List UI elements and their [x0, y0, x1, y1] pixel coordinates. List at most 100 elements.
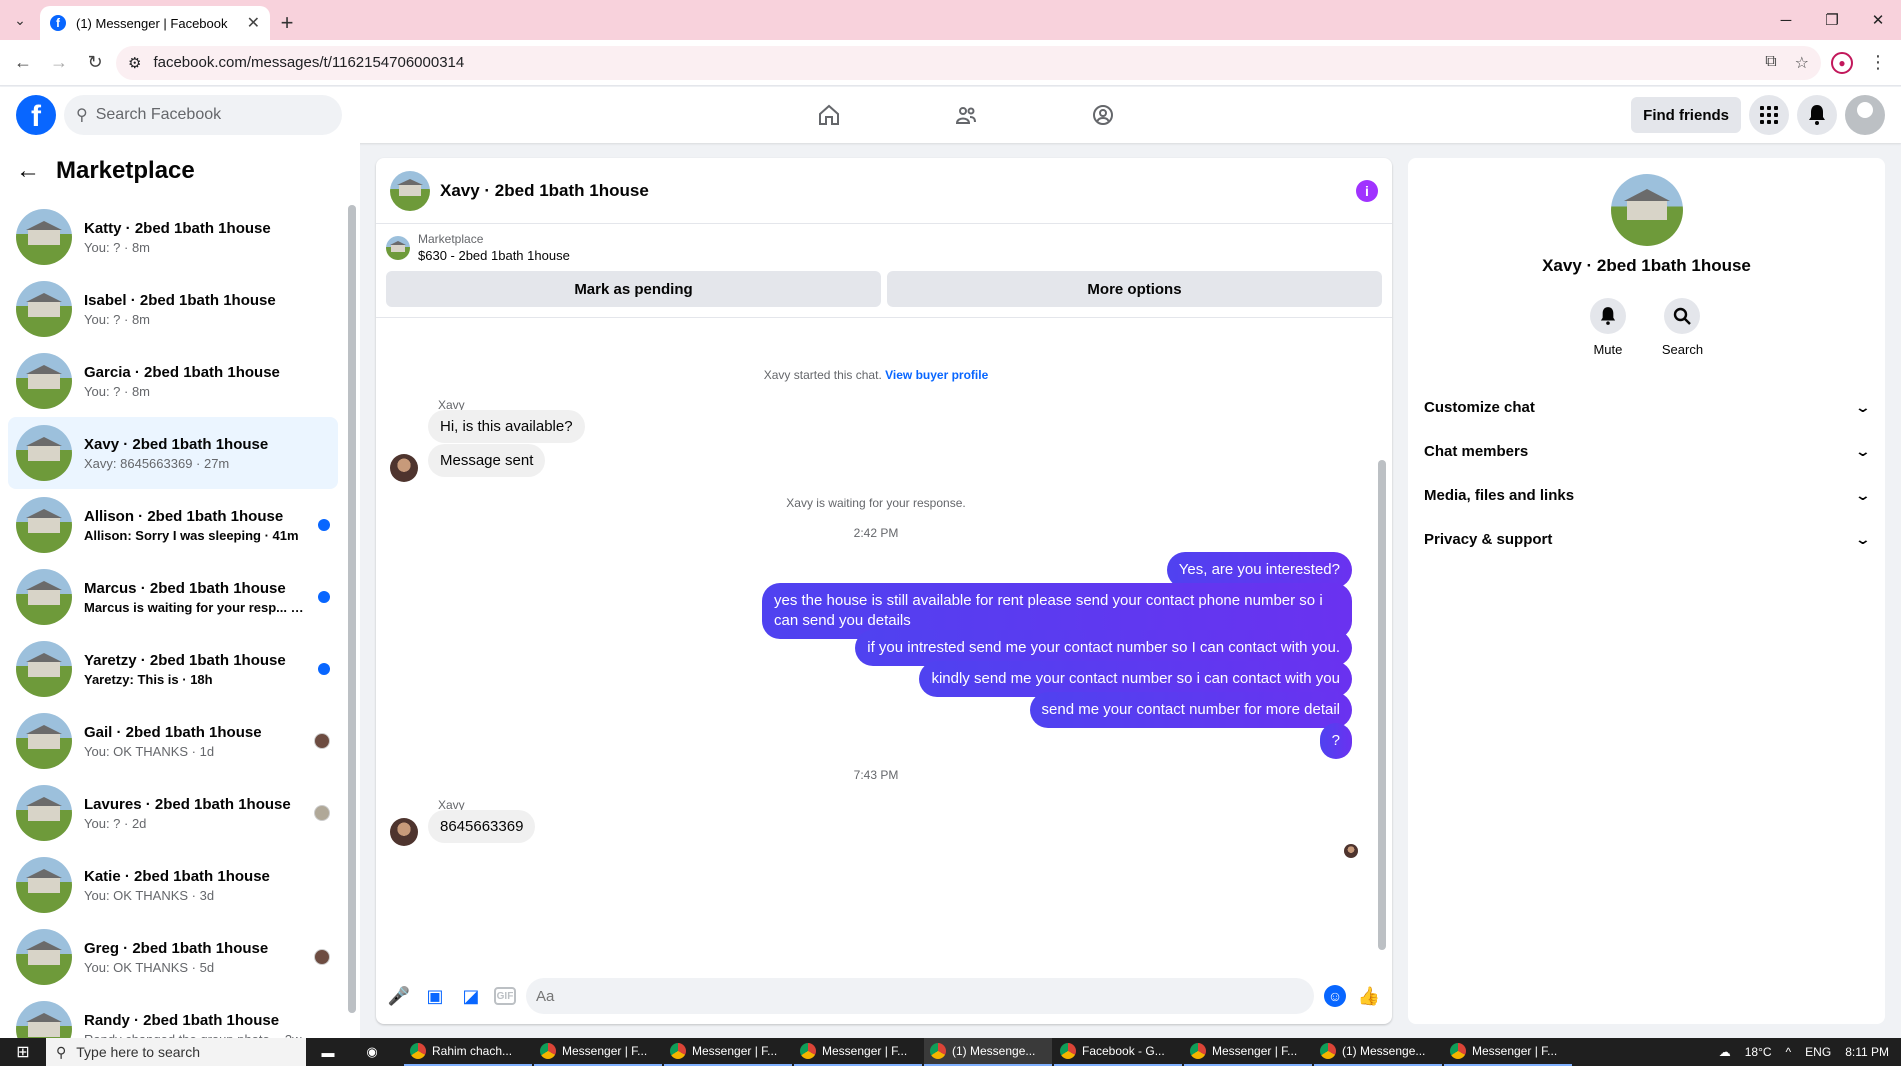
facebook-logo-icon[interactable]: f [16, 95, 56, 135]
tray-chevron-icon[interactable]: ^ [1786, 1045, 1792, 1059]
photo-icon[interactable]: ▣ [422, 983, 448, 1009]
groups-icon[interactable] [1034, 87, 1171, 143]
more-options-button[interactable]: More options [887, 271, 1382, 307]
gif-icon[interactable]: GIF [494, 987, 516, 1005]
bookmark-star-icon[interactable]: ☆ [1795, 53, 1809, 73]
system-tray: ☁ 18°C ^ ENG 8:11 PM [1719, 1045, 1901, 1059]
info-icon[interactable]: i [1356, 179, 1378, 202]
listing-avatar [16, 785, 72, 841]
taskbar-app[interactable]: Messenger | F... [1184, 1038, 1312, 1066]
menu-label: Privacy & support [1424, 530, 1553, 548]
customize-chat-item[interactable]: Customize chat ⌄ [1424, 385, 1871, 429]
taskbar-app[interactable]: Messenger | F... [534, 1038, 662, 1066]
conversation-preview: Xavy: 8645663369 · 27m [84, 455, 230, 471]
site-info-icon[interactable]: ⚙ [128, 54, 141, 72]
temperature[interactable]: 18°C [1745, 1045, 1772, 1059]
view-buyer-profile-link[interactable]: View buyer profile [885, 368, 988, 382]
find-friends-button[interactable]: Find friends [1631, 97, 1741, 133]
incoming-message[interactable]: Message sent [428, 444, 546, 477]
account-avatar[interactable] [1845, 95, 1885, 135]
start-button[interactable]: ⊞ [0, 1038, 46, 1066]
facebook-search-input[interactable]: ⚲ Search Facebook [64, 95, 342, 135]
privacy-support-item[interactable]: Privacy & support ⌄ [1424, 517, 1871, 561]
conversation-item[interactable]: Gail · 2bed 1bath 1house You: OK THANKS ·… [8, 705, 338, 777]
taskbar-app[interactable]: Facebook - G... [1054, 1038, 1182, 1066]
media-files-links-item[interactable]: Media, files and links ⌄ [1424, 473, 1871, 517]
minimize-button[interactable]: ─ [1763, 0, 1809, 40]
sidebar-header: ← Marketplace [0, 143, 360, 199]
profile-button[interactable]: ● [1827, 48, 1857, 78]
conversation-item[interactable]: Xavy · 2bed 1bath 1house Xavy: 8645663369… [8, 417, 338, 489]
close-tab-icon[interactable]: ✕ [247, 13, 260, 33]
mark-as-pending-button[interactable]: Mark as pending [386, 271, 881, 307]
new-tab-button[interactable]: + [270, 6, 304, 40]
close-window-button[interactable]: ✕ [1855, 0, 1901, 40]
listing-large-thumbnail[interactable] [1610, 174, 1683, 246]
sidebar-title: Marketplace [56, 157, 195, 184]
conversation-text: Marcus · 2bed 1bath 1house Marcus is wait… [84, 580, 306, 615]
taskbar-app[interactable]: Messenger | F... [794, 1038, 922, 1066]
sticker-icon[interactable]: ◪ [458, 983, 484, 1009]
scrollbar-thumb[interactable] [348, 205, 356, 1013]
weather-icon[interactable]: ☁ [1719, 1045, 1731, 1059]
taskbar-app[interactable]: Messenger | F... [1444, 1038, 1572, 1066]
back-button[interactable]: ← [8, 48, 38, 78]
conversation-item[interactable]: Greg · 2bed 1bath 1house You: OK THANKS ·… [8, 921, 338, 993]
message-input[interactable] [526, 978, 1314, 1014]
taskbar-app[interactable]: Rahim chach... [404, 1038, 532, 1066]
conversation-item[interactable]: Allison · 2bed 1bath 1house Allison: Sorr… [8, 489, 338, 561]
xavy-avatar[interactable] [390, 454, 418, 482]
reload-button[interactable]: ↻ [80, 48, 110, 78]
sidebar-scrollbar[interactable] [348, 205, 356, 1013]
taskbar-app[interactable]: Messenger | F... [664, 1038, 792, 1066]
conversation-item[interactable]: Garcia · 2bed 1bath 1house You: ? · 8m [8, 345, 338, 417]
emoji-icon[interactable]: ☺ [1324, 985, 1346, 1007]
taskbar-app-label: Rahim chach... [432, 1044, 513, 1058]
chat-title[interactable]: Xavy · 2bed 1bath 1house [440, 181, 1346, 201]
home-icon[interactable] [760, 87, 897, 143]
chat-scrollbar-thumb[interactable] [1378, 460, 1386, 950]
install-app-icon[interactable]: ⧉ [1765, 53, 1776, 73]
conversation-item[interactable]: Marcus · 2bed 1bath 1house Marcus is wait… [8, 561, 338, 633]
url-bar[interactable]: ⚙ facebook.com/messages/t/11621547060003… [116, 45, 1821, 80]
language-indicator[interactable]: ENG [1805, 1045, 1831, 1059]
back-arrow-icon[interactable]: ← [16, 157, 40, 185]
search-in-chat-button[interactable]: Search [1662, 298, 1703, 357]
chevron-down-icon: ⌄ [1854, 442, 1872, 459]
tab-search-dropdown[interactable]: ⌄ [0, 0, 40, 40]
chat-scrollbar[interactable] [1378, 334, 1386, 960]
conversation-item[interactable]: Isabel · 2bed 1bath 1house You: ? · 8m [8, 273, 338, 345]
file-explorer-icon[interactable]: ▬ [306, 1038, 350, 1066]
listing-thumbnail[interactable] [390, 170, 430, 211]
outgoing-message[interactable]: ? [1319, 723, 1352, 759]
app-icon[interactable]: ◉ [350, 1038, 394, 1066]
chat-members-item[interactable]: Chat members ⌄ [1424, 429, 1872, 473]
chrome-icon [1450, 1043, 1466, 1059]
taskbar-app-label: (1) Messenge... [1342, 1044, 1426, 1058]
taskbar-search[interactable]: ⚲ Type here to search [46, 1038, 306, 1066]
menu-grid-icon[interactable] [1749, 95, 1789, 135]
conversation-item[interactable]: Katty · 2bed 1bath 1house You: ? · 8m [8, 201, 338, 273]
browser-menu-icon[interactable]: ⋮ [1863, 48, 1893, 78]
forward-button[interactable]: → [44, 48, 74, 78]
xavy-avatar[interactable] [390, 818, 418, 846]
outgoing-message[interactable]: send me your contact number for more det… [1029, 692, 1352, 728]
taskbar-app[interactable]: (1) Messenge... [924, 1038, 1052, 1066]
restore-button[interactable]: ❐ [1809, 0, 1855, 40]
taskbar-app[interactable]: (1) Messenge... [1314, 1038, 1442, 1066]
microphone-icon[interactable]: 🎤 [386, 983, 412, 1009]
clock[interactable]: 8:11 PM [1845, 1045, 1889, 1059]
conversation-item[interactable]: Yaretzy · 2bed 1bath 1house Yaretzy: This… [8, 633, 338, 705]
thumbs-up-icon[interactable]: 👍 [1356, 983, 1382, 1009]
notifications-bell-icon[interactable] [1797, 95, 1837, 135]
conversation-item[interactable]: Lavures · 2bed 1bath 1house You: ? · 2d [8, 777, 338, 849]
listing-small-thumbnail[interactable] [386, 235, 410, 260]
listing-price-title[interactable]: $630 - 2bed 1bath 1house [418, 248, 570, 263]
friends-icon[interactable] [897, 87, 1034, 143]
browser-tab-active[interactable]: f (1) Messenger | Facebook ✕ [40, 6, 270, 40]
incoming-message[interactable]: Hi, is this available? [428, 410, 585, 443]
mute-button[interactable]: Mute [1589, 298, 1626, 357]
incoming-message[interactable]: 8645663369 [428, 810, 536, 843]
search-label: Search [1661, 342, 1704, 357]
conversation-item[interactable]: Katie · 2bed 1bath 1house You: OK THANKS … [8, 849, 338, 921]
